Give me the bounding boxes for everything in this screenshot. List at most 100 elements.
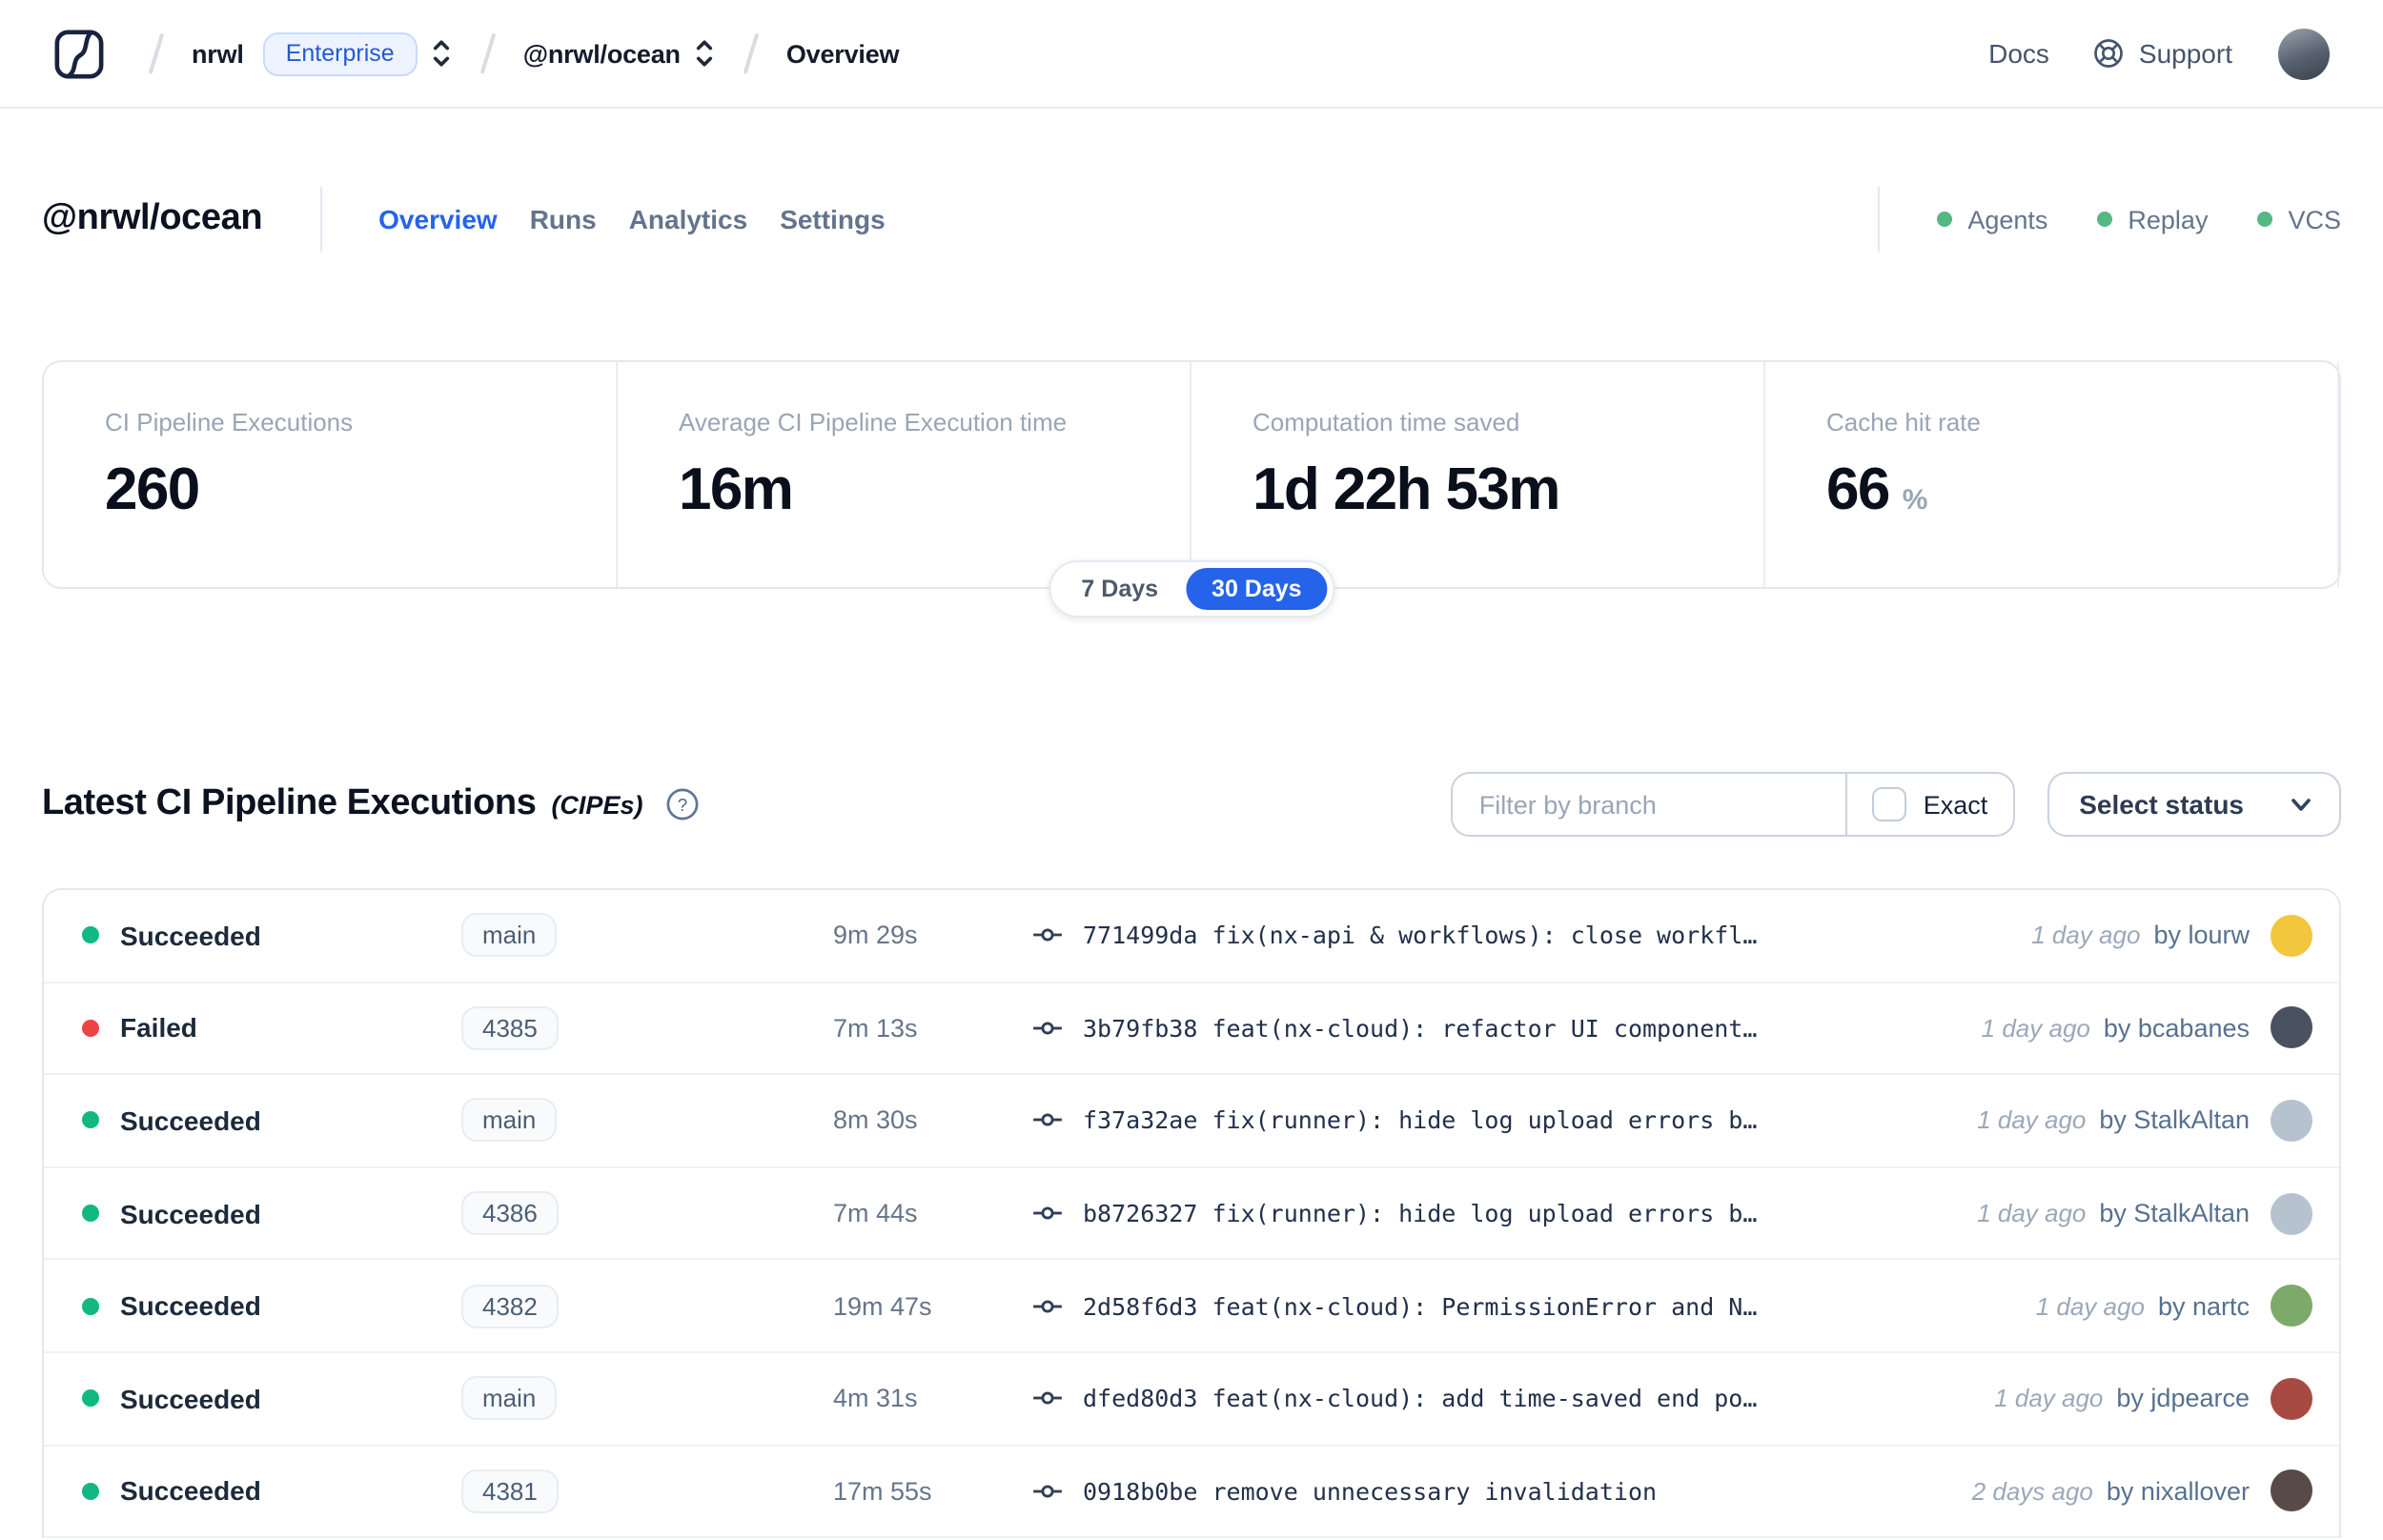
branch-badge: 4381	[461, 1469, 559, 1513]
commit-message: f37a32ae fix(runner): hide log upload er…	[1083, 1105, 1758, 1135]
stats-band: CI Pipeline Executions 260 Average CI Pi…	[42, 360, 2341, 618]
support-label: Support	[2138, 38, 2232, 69]
author: by lourw	[2153, 921, 2250, 950]
org-switcher-chevron-icon[interactable]	[431, 36, 452, 71]
stat-value: 66	[1826, 456, 1890, 522]
green-dot-icon	[2257, 212, 2273, 227]
commit-message: b8726327 fix(runner): hide log upload er…	[1083, 1199, 1758, 1228]
enterprise-badge[interactable]: Enterprise	[262, 31, 418, 75]
commit-message: 0918b0be remove unnecessary invalidation	[1083, 1476, 1658, 1506]
duration: 7m 13s	[833, 1013, 918, 1043]
status-dot	[82, 926, 99, 944]
status-label: Succeeded	[120, 1104, 261, 1136]
git-commit-icon	[1033, 1114, 1062, 1127]
status-vcs-label: VCS	[2288, 205, 2341, 233]
duration: 17m 55s	[833, 1476, 932, 1506]
user-avatar[interactable]	[2278, 28, 2330, 79]
divider	[1878, 187, 1881, 252]
cipes-filters: Exact Select status	[1450, 772, 2341, 837]
git-commit-icon	[1033, 1299, 1062, 1312]
author: by jdpearce	[2116, 1384, 2250, 1413]
duration: 7m 44s	[833, 1199, 918, 1228]
app-viewport: nrwl Enterprise @nrwl/ocean Overview Doc…	[0, 0, 2383, 1540]
exact-checkbox[interactable]	[1871, 787, 1906, 821]
branch-badge: 4386	[461, 1191, 559, 1236]
author: by bcabanes	[2103, 1013, 2250, 1043]
author-avatar	[2271, 914, 2312, 957]
author-avatar	[2271, 1099, 2312, 1142]
stat-label: Computation time saved	[1253, 408, 1520, 436]
exact-checkbox-label[interactable]: Exact	[1924, 790, 1988, 819]
git-commit-icon	[1033, 1206, 1062, 1220]
cipe-table: Succeeded main 9m 29s 771499da fix(nx-ap…	[42, 888, 2341, 1539]
stat-average-execution-time: Average CI Pipeline Execution time 16m	[618, 362, 1192, 587]
table-row[interactable]: Failed 4385 7m 13s 3b79fb38 feat(nx-clou…	[44, 983, 2339, 1076]
branch-badge: 4385	[461, 1005, 559, 1050]
tab-runs[interactable]: Runs	[530, 204, 597, 234]
status-agents[interactable]: Agents	[1937, 205, 2047, 233]
status-label: Succeeded	[120, 1198, 261, 1229]
docs-link[interactable]: Docs	[1988, 38, 2049, 69]
stat-computation-time-saved: Computation time saved 1d 22h 53m	[1192, 362, 1765, 587]
time-ago: 1 day ago	[1977, 1105, 2087, 1135]
green-dot-icon	[1937, 212, 1953, 227]
author: by nartc	[2157, 1291, 2250, 1321]
author-avatar	[2271, 1469, 2312, 1512]
breadcrumb: nrwl Enterprise @nrwl/ocean Overview	[53, 28, 900, 79]
status-dot	[82, 1482, 99, 1500]
table-row[interactable]: Succeeded 4386 7m 44s b8726327 fix(runne…	[44, 1167, 2339, 1261]
author-avatar	[2271, 1285, 2312, 1327]
table-row[interactable]: Succeeded 4381 17m 55s 0918b0be remove u…	[44, 1446, 2339, 1539]
time-ago: 1 day ago	[2035, 1291, 2145, 1321]
help-icon[interactable]: ?	[665, 787, 700, 821]
table-row[interactable]: Succeeded main 8m 30s f37a32ae fix(runne…	[44, 1075, 2339, 1168]
author: by StalkAltan	[2099, 1199, 2250, 1228]
table-row[interactable]: Succeeded main 9m 29s 771499da fix(nx-ap…	[44, 890, 2339, 983]
commit-message: 3b79fb38 feat(nx-cloud): refactor UI com…	[1083, 1013, 1758, 1043]
section-title: Latest CI Pipeline Executions	[42, 783, 537, 823]
status-dot	[82, 1205, 99, 1223]
duration: 19m 47s	[833, 1291, 932, 1321]
lifebuoy-icon	[2094, 39, 2123, 68]
stat-value: 16m	[679, 456, 794, 522]
commit-message: 771499da fix(nx-api & workflows): close …	[1083, 921, 1758, 950]
stat-label: Average CI Pipeline Execution time	[679, 408, 1068, 436]
status-replay[interactable]: Replay	[2097, 205, 2208, 233]
stat-suffix: %	[1902, 484, 1928, 517]
section-title-suffix: (CIPEs)	[551, 790, 643, 819]
support-link[interactable]: Support	[2091, 36, 2232, 71]
org-name[interactable]: nrwl	[192, 39, 244, 68]
stat-ci-pipeline-executions: CI Pipeline Executions 260	[44, 362, 618, 587]
page-title: @nrwl/ocean	[42, 198, 263, 238]
tab-analytics[interactable]: Analytics	[629, 204, 748, 234]
status-label: Succeeded	[120, 1290, 261, 1322]
tab-overview[interactable]: Overview	[378, 204, 498, 234]
stat-label: Cache hit rate	[1826, 408, 1981, 436]
range-30-days[interactable]: 30 Days	[1187, 568, 1327, 610]
nx-cloud-logo-icon[interactable]	[53, 28, 105, 79]
time-ago: 2 days ago	[1971, 1476, 2093, 1506]
breadcrumb-separator	[743, 32, 759, 74]
workspace-header: @nrwl/ocean Overview Runs Analytics Sett…	[42, 187, 2341, 252]
tab-settings[interactable]: Settings	[780, 204, 885, 234]
branch-filter-input[interactable]	[1452, 774, 1845, 835]
author-avatar	[2271, 1006, 2312, 1049]
git-commit-icon	[1033, 1392, 1062, 1406]
status-vcs[interactable]: VCS	[2257, 205, 2341, 233]
svg-text:?: ?	[678, 796, 688, 816]
breadcrumb-separator	[479, 32, 496, 74]
branch-badge: 4382	[461, 1284, 559, 1328]
stat-cache-hit-rate: Cache hit rate 66 %	[1765, 362, 2339, 587]
select-status-dropdown[interactable]: Select status	[2047, 772, 2341, 837]
status-label: Succeeded	[120, 920, 261, 951]
workspace-name[interactable]: @nrwl/ocean	[523, 39, 681, 68]
table-row[interactable]: Succeeded main 4m 31s dfed80d3 feat(nx-c…	[44, 1352, 2339, 1447]
range-7-days[interactable]: 7 Days	[1056, 568, 1183, 610]
commit-message: 2d58f6d3 feat(nx-cloud): PermissionError…	[1083, 1291, 1758, 1321]
workspace-switcher-chevron-icon[interactable]	[694, 36, 715, 71]
status-dot	[82, 1111, 99, 1129]
status-label: Succeeded	[120, 1475, 261, 1507]
time-ago: 1 day ago	[1977, 1199, 2087, 1228]
time-ago: 1 day ago	[1981, 1013, 2090, 1043]
table-row[interactable]: Succeeded 4382 19m 47s 2d58f6d3 feat(nx-…	[44, 1260, 2339, 1353]
